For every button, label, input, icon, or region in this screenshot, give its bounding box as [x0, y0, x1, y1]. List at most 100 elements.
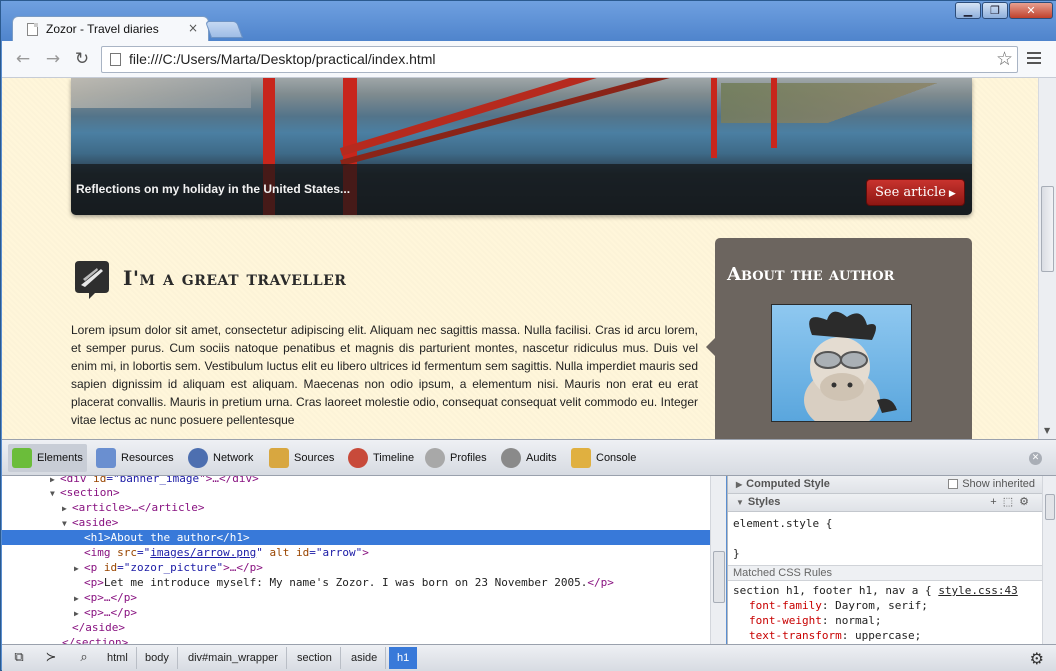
scroll-down-icon[interactable]: ▼ [1044, 426, 1050, 435]
tab-sources[interactable]: Sources [265, 444, 338, 472]
aside-title: About the author [727, 264, 895, 285]
img-src-link[interactable]: images/arrow.png [150, 546, 256, 559]
close-devtools-icon[interactable]: ✕ [1029, 452, 1042, 465]
settings-gear-icon[interactable]: ⚙ [1030, 649, 1044, 668]
menu-icon[interactable] [1027, 52, 1041, 67]
minimize-button[interactable]: ▁ [955, 2, 981, 19]
tab-audits[interactable]: Audits [497, 444, 561, 472]
css-property[interactable]: text-transform: uppercase; [749, 628, 921, 643]
bookmark-star-icon[interactable]: ☆ [996, 48, 1013, 70]
back-icon[interactable]: ← [12, 49, 34, 71]
collapse-triangle-icon: ▼ [736, 498, 744, 507]
show-inherited-checkbox[interactable] [948, 479, 959, 490]
dom-node-h1-selected[interactable]: <h1>About the author</h1> [2, 530, 710, 545]
dom-node-p[interactable]: ▶ <p>…</p> [2, 605, 710, 620]
see-article-button[interactable]: See article ▶ [866, 179, 965, 206]
tab-profiles[interactable]: Profiles [421, 444, 491, 472]
browser-window: ▁ ❐ ✕ Zozor - Travel diaries × ← → ↻ fil… [0, 0, 1056, 671]
element-state-icon[interactable]: ⬚ [1003, 496, 1019, 508]
collapse-triangle-icon[interactable]: ▼ [62, 516, 72, 531]
new-tab-button[interactable] [204, 21, 244, 38]
breadcrumb-aside[interactable]: aside [343, 647, 387, 669]
rule-selector[interactable]: section h1, footer h1, nav a { style.css… [733, 583, 1018, 598]
styles-scroll-thumb[interactable] [1045, 494, 1055, 520]
element-style-open[interactable]: element.style { [733, 516, 832, 531]
css-property[interactable]: font-weight: normal; [749, 613, 881, 628]
devtools-statusbar: ⧉ ≻ ⌕ html body div#main_wrapper section… [2, 644, 1056, 671]
show-inherited-toggle[interactable]: Show inherited [948, 476, 1035, 493]
console-icon [571, 448, 591, 468]
dom-node-aside-close[interactable]: </aside> [2, 620, 710, 635]
expand-triangle-icon[interactable]: ▶ [74, 606, 84, 621]
breadcrumb-section[interactable]: section [289, 647, 341, 669]
url-text[interactable]: file:///C:/Users/Marta/Desktop/practical… [129, 51, 436, 67]
page-icon [110, 53, 121, 66]
dom-node-aside[interactable]: ▼ <aside> [2, 515, 710, 530]
banner-caption: Reflections on my holiday in the United … [76, 182, 351, 196]
reload-icon[interactable]: ↻ [71, 49, 93, 71]
forward-icon[interactable]: → [42, 49, 64, 71]
page-favicon-icon [27, 23, 38, 36]
expand-triangle-icon[interactable]: ▶ [74, 591, 84, 606]
dom-scroll-thumb[interactable] [713, 551, 725, 603]
console-drawer-icon[interactable]: ≻ [42, 650, 60, 666]
expand-triangle-icon[interactable]: ▶ [74, 561, 84, 576]
css-property[interactable]: font-family: Dayrom, serif; [749, 598, 928, 613]
resources-icon [96, 448, 116, 468]
matched-rules-header: Matched CSS Rules [728, 565, 1042, 581]
styles-header[interactable]: ▼ Styles +⬚⚙ [728, 494, 1042, 512]
page-scrollbar[interactable]: ▼ [1038, 78, 1056, 439]
styles-scrollbar[interactable] [1042, 476, 1056, 644]
elements-icon [12, 448, 32, 468]
tab-console[interactable]: Console [567, 444, 640, 472]
page-scroll-thumb[interactable] [1041, 186, 1054, 272]
breadcrumb-body[interactable]: body [137, 647, 178, 669]
dom-node-p-intro[interactable]: <p>Let me introduce myself: My name's Zo… [2, 575, 710, 590]
maximize-button[interactable]: ❐ [982, 2, 1008, 19]
collapse-triangle-icon[interactable]: ▼ [50, 486, 60, 501]
feather-logo-icon [75, 261, 109, 299]
element-style-close: } [733, 547, 740, 560]
tab-timeline[interactable]: Timeline [344, 444, 418, 472]
dom-scrollbar[interactable] [710, 476, 726, 644]
dom-node-section-close[interactable]: </section> [2, 635, 710, 644]
page-viewport: Reflections on my holiday in the United … [2, 78, 1038, 439]
expand-triangle-icon: ▶ [736, 480, 743, 489]
tab-elements[interactable]: Elements [8, 444, 87, 472]
donkey-mascot-icon [804, 311, 897, 421]
add-rule-icon[interactable]: + [990, 496, 1002, 508]
dom-node-p-picture[interactable]: ▶ <p id="zozor_picture">…</p> [2, 560, 710, 575]
window-controls: ▁ ❐ ✕ [954, 2, 1053, 19]
zozor-picture [771, 304, 912, 422]
dom-tree-panel: ▶ <div id="banner_image">…</div> ▼ <sectio… [2, 476, 710, 644]
devtools-toolbar: Elements Resources Network Sources Timel… [2, 439, 1056, 476]
dom-node-section[interactable]: ▼ <section> [2, 485, 710, 500]
breadcrumb-main-wrapper[interactable]: div#main_wrapper [180, 647, 287, 669]
sources-icon [269, 448, 289, 468]
banner-image: Reflections on my holiday in the United … [71, 78, 972, 215]
dom-node-p[interactable]: ▶ <p>…</p> [2, 590, 710, 605]
computed-style-header[interactable]: ▶ Computed Style Show inherited [728, 476, 1042, 494]
dom-node-img[interactable]: <img src="images/arrow.png" alt id="arro… [2, 545, 710, 560]
close-window-button[interactable]: ✕ [1009, 2, 1053, 19]
network-icon [188, 448, 208, 468]
rule-source-link[interactable]: style.css:43 [938, 584, 1017, 597]
about-author-aside: About the author [706, 238, 972, 439]
dom-node-article[interactable]: ▶ <article>…</article> [2, 500, 710, 515]
expand-triangle-icon[interactable]: ▶ [62, 501, 72, 516]
browser-toolbar: ← → ↻ file:///C:/Users/Marta/Desktop/pra… [2, 41, 1056, 78]
tab-title: Zozor - Travel diaries [46, 22, 159, 36]
breadcrumb-html[interactable]: html [99, 647, 137, 669]
address-bar[interactable]: file:///C:/Users/Marta/Desktop/practical… [101, 46, 1018, 73]
breadcrumb-h1[interactable]: h1 [389, 647, 417, 669]
settings-gear-icon[interactable]: ⚙ [1019, 496, 1035, 508]
browser-tab[interactable]: Zozor - Travel diaries × [12, 16, 209, 42]
tab-resources[interactable]: Resources [92, 444, 178, 472]
dock-icon[interactable]: ⧉ [10, 650, 28, 666]
profiles-icon [425, 448, 445, 468]
styles-panel: ▶ Computed Style Show inherited ▼ Styles +… [727, 476, 1042, 644]
tab-network[interactable]: Network [184, 444, 257, 472]
inspect-search-icon[interactable]: ⌕ [75, 650, 93, 666]
tab-close-icon[interactable]: × [188, 21, 198, 35]
article-text: Lorem ipsum dolor sit amet, consectetur … [71, 323, 698, 427]
